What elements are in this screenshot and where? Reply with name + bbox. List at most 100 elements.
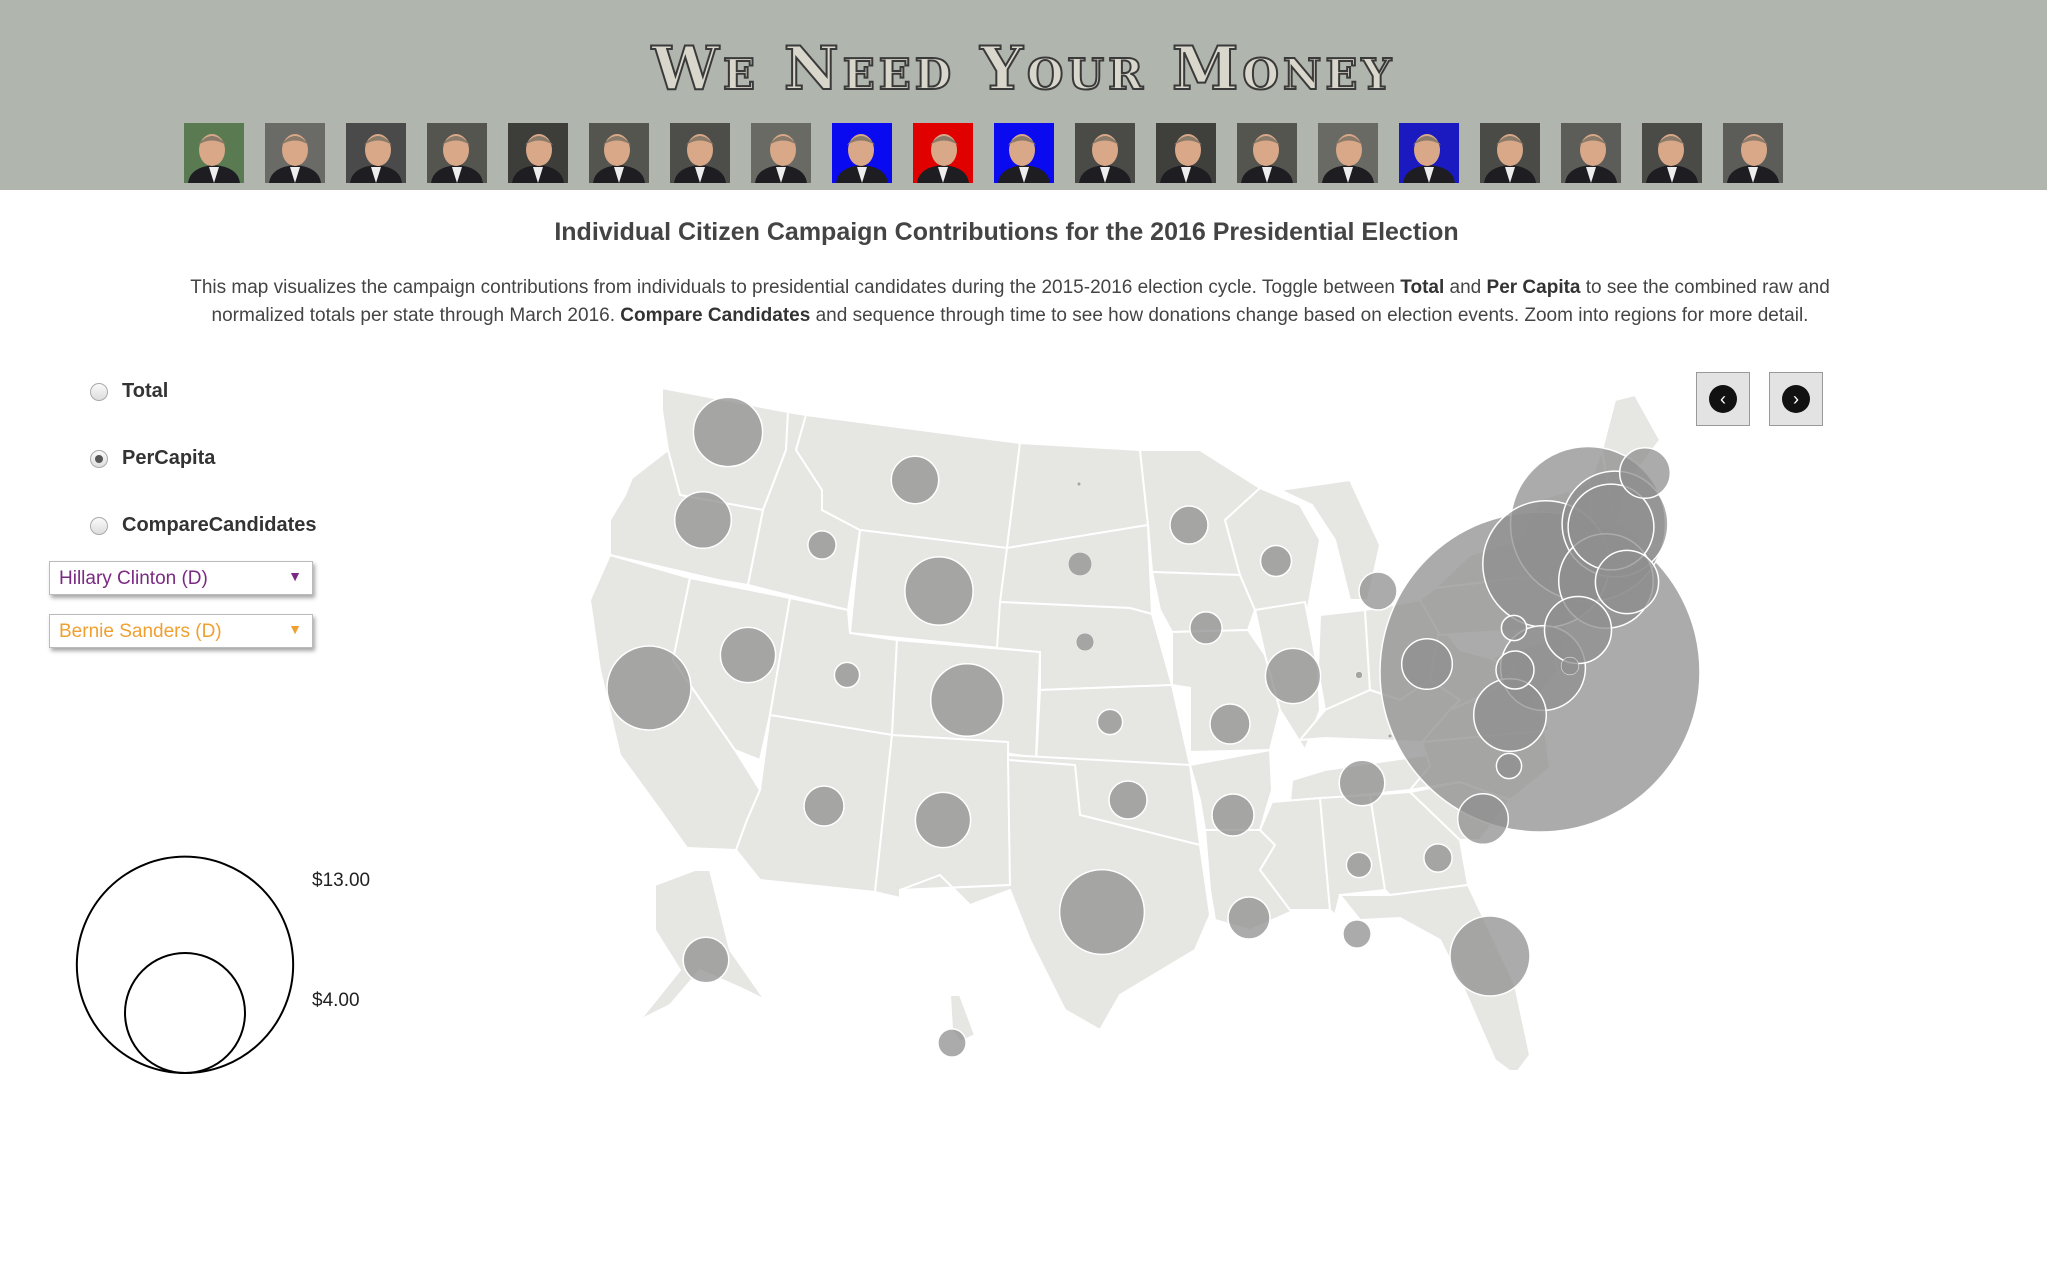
candidate-portrait-bobby-jindal[interactable]	[1480, 123, 1540, 183]
description: This map visualizes the campaign contrib…	[170, 274, 1850, 330]
previous-button[interactable]: ‹	[1696, 372, 1750, 426]
chevron-right-icon: ›	[1782, 385, 1810, 413]
bubble-delaware[interactable]	[1560, 656, 1580, 676]
next-button[interactable]: ›	[1769, 372, 1823, 426]
candidate-portrait-rick-perry[interactable]	[1642, 123, 1702, 183]
bubble-florida[interactable]	[1449, 915, 1531, 997]
candidate-portrait-lawrence-lessig[interactable]	[265, 123, 325, 183]
candidate-portrait-chris-christie[interactable]	[670, 123, 730, 183]
portrait-icon	[1642, 123, 1702, 183]
bubble-indiana[interactable]	[1355, 671, 1363, 679]
candidate-portrait-bernie-sanders[interactable]	[832, 123, 892, 183]
bubble-minnesota[interactable]	[1169, 505, 1209, 545]
portrait-icon	[265, 123, 325, 183]
bubble-kansas[interactable]	[1096, 708, 1124, 736]
radio-total[interactable]: Total	[90, 380, 168, 403]
bubble-south-dakota[interactable]	[1067, 551, 1093, 577]
portrait-icon	[1237, 123, 1297, 183]
bubble-hawaii[interactable]	[937, 1028, 967, 1058]
description-total: Total	[1400, 277, 1445, 298]
candidate-portrait-jill-stein[interactable]	[184, 123, 244, 183]
portrait-icon	[427, 123, 487, 183]
bubble-north-dakota[interactable]	[1076, 481, 1082, 487]
radio-label: Total	[122, 380, 169, 402]
bubble-alabama[interactable]	[1345, 851, 1373, 879]
bubble-alaska[interactable]	[682, 936, 730, 984]
candidate-portrait-ted-cruz[interactable]	[1075, 123, 1135, 183]
bubble-michigan[interactable]	[1358, 571, 1398, 611]
candidate-portrait-rick-santorum[interactable]	[346, 123, 406, 183]
candidate-portrait-donald-trump[interactable]	[913, 123, 973, 183]
bubble-north-carolina[interactable]	[1495, 752, 1523, 780]
bubble-illinois[interactable]	[1264, 647, 1322, 705]
bubble-utah[interactable]	[833, 661, 861, 689]
portrait-icon	[913, 123, 973, 183]
bubble-west-virginia[interactable]	[1500, 614, 1528, 642]
bubble-virginia[interactable]	[1472, 677, 1548, 753]
bubble-idaho[interactable]	[807, 530, 837, 560]
bubble-iowa[interactable]	[1189, 611, 1223, 645]
bubble-louisiana[interactable]	[1227, 896, 1271, 940]
candidate-portrait-jeb-bush[interactable]	[589, 123, 649, 183]
radio-compare-candidates[interactable]: CompareCandidates	[90, 514, 317, 537]
bubble-washington[interactable]	[692, 396, 764, 468]
radio-label: CompareCandidates	[122, 514, 317, 536]
candidate-portrait-george-pataki[interactable]	[1723, 123, 1783, 183]
candidate-portrait-john-kasich[interactable]	[751, 123, 811, 183]
candidate-select-1[interactable]: Hillary Clinton (D) ▼	[49, 561, 313, 595]
bubble-arkansas[interactable]	[1211, 793, 1255, 837]
candidate-select-2[interactable]: Bernie Sanders (D) ▼	[49, 614, 313, 648]
bubble-colorado[interactable]	[929, 662, 1005, 738]
radio-per-capita[interactable]: PerCapita	[90, 447, 215, 470]
bubble-oregon[interactable]	[673, 490, 733, 550]
portrait-icon	[994, 123, 1054, 183]
description-per-capita: Per Capita	[1486, 277, 1581, 298]
legend-small-circle	[124, 952, 246, 1074]
bubble-kentucky[interactable]	[1387, 733, 1393, 739]
radio-button[interactable]	[90, 516, 108, 535]
bubble-montana[interactable]	[890, 455, 940, 505]
caret-down-icon: ▼	[288, 621, 302, 637]
header-banner: We Need Your Money	[0, 0, 2047, 190]
us-map[interactable]	[560, 370, 1700, 1070]
candidate-portrait-ben-carson[interactable]	[508, 123, 568, 183]
description-text: and sequence through time to see how don…	[810, 305, 1809, 326]
bubble-missouri[interactable]	[1209, 703, 1251, 745]
portrait-icon	[832, 123, 892, 183]
bubble-new-jersey[interactable]	[1543, 595, 1613, 665]
portrait-icon	[508, 123, 568, 183]
select-value: Hillary Clinton (D)	[59, 568, 208, 589]
bubble-south-carolina[interactable]	[1456, 792, 1510, 846]
radio-button[interactable]	[90, 382, 108, 401]
bubble-nevada[interactable]	[719, 626, 777, 684]
candidate-portrait-marco-rubio[interactable]	[1156, 123, 1216, 183]
caret-down-icon: ▼	[288, 568, 302, 584]
bubble-tennessee[interactable]	[1338, 759, 1386, 807]
portrait-icon	[184, 123, 244, 183]
bubble-mississippi[interactable]	[1342, 919, 1372, 949]
bubble-rhode-island[interactable]	[1594, 549, 1660, 615]
bubble-arizona[interactable]	[803, 785, 845, 827]
portrait-icon	[751, 123, 811, 183]
candidate-portrait-carly-fiorina[interactable]	[1237, 123, 1297, 183]
candidate-portrait-hillary-clinton[interactable]	[994, 123, 1054, 183]
bubble-wisconsin[interactable]	[1259, 544, 1293, 578]
bubble-oklahoma[interactable]	[1108, 780, 1148, 820]
bubble-wyoming[interactable]	[904, 556, 974, 626]
bubble-ohio[interactable]	[1400, 637, 1454, 691]
candidate-portrait-mike-huckabee[interactable]	[427, 123, 487, 183]
legend-large-label: $13.00	[312, 870, 371, 891]
bubble-nebraska[interactable]	[1075, 632, 1095, 652]
bubble-maine[interactable]	[1618, 446, 1672, 500]
bubble-texas[interactable]	[1058, 868, 1146, 956]
candidate-portrait-jim-webb[interactable]	[1561, 123, 1621, 183]
candidate-portrait-rand-paul[interactable]	[1318, 123, 1378, 183]
bubble-pennsylvania[interactable]	[1495, 650, 1535, 690]
candidate-portrait-scott-walker[interactable]	[1399, 123, 1459, 183]
bubble-california[interactable]	[606, 645, 692, 731]
bubble-new-mexico[interactable]	[914, 791, 972, 849]
radio-button[interactable]	[90, 449, 108, 468]
bubble-georgia[interactable]	[1423, 843, 1453, 873]
legend-small-label: $4.00	[312, 990, 360, 1011]
select-value: Bernie Sanders (D)	[59, 621, 222, 642]
